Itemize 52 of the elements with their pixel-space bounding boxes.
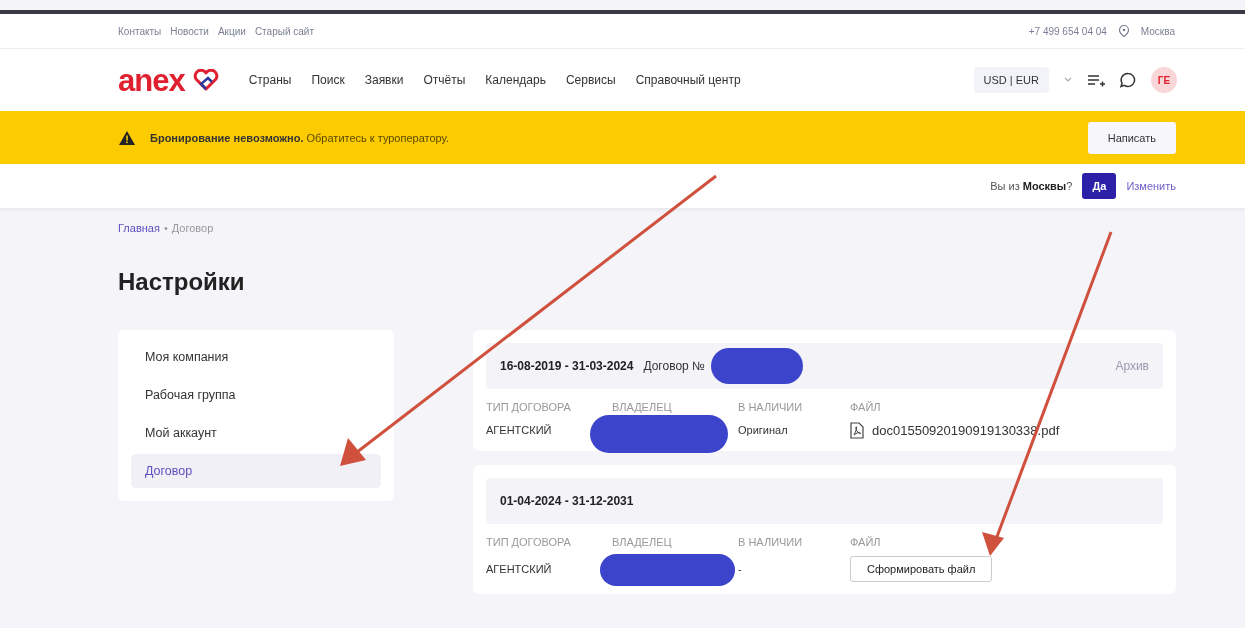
status-label: Архив	[1115, 359, 1149, 373]
column-header: ТИП ДОГОВОРА	[486, 401, 572, 413]
city-question: Вы из Москвы?	[990, 180, 1073, 192]
breadcrumb-separator: •	[163, 222, 168, 234]
column-header: В НАЛИЧИИ	[738, 401, 804, 413]
write-button[interactable]: Написать	[1087, 121, 1176, 154]
sidebar-item[interactable]: Моя компания	[131, 340, 381, 374]
nav-link[interactable]: Отчёты	[423, 73, 466, 87]
top-link[interactable]: Новости	[170, 25, 209, 37]
nav-link[interactable]: Справочный центр	[635, 73, 741, 87]
breadcrumb-current: Договор	[171, 222, 214, 234]
brand-logo[interactable]: anex	[118, 64, 185, 96]
pdf-file-icon	[850, 421, 864, 439]
generate-file-button[interactable]: Сформировать файл	[850, 556, 993, 582]
contract-type: АГЕНТСКИЙ	[486, 424, 553, 436]
sidebar-item[interactable]: Договор	[131, 454, 381, 488]
column-header: ТИП ДОГОВОРА	[486, 536, 572, 548]
column-header: ВЛАДЕЛЕЦ	[612, 401, 673, 413]
top-link[interactable]: Старый сайт	[254, 25, 314, 37]
contract-number-label: Договор №	[643, 359, 705, 373]
sidebar-item[interactable]: Мой аккаунт	[131, 416, 381, 450]
contract-type: АГЕНТСКИЙ	[486, 563, 553, 575]
page-title: Настройки	[118, 268, 246, 296]
nav-link[interactable]: Сервисы	[565, 73, 616, 87]
alert-message: Бронирование невозможно. Обратитесь к туроператору.	[150, 131, 451, 144]
city-link[interactable]: Москва	[1140, 25, 1175, 37]
column-header: В НАЛИЧИИ	[738, 536, 804, 548]
availability-value: -	[738, 563, 743, 575]
column-header: ФАЙЛ	[850, 536, 882, 548]
chat-icon[interactable]	[1119, 72, 1137, 88]
top-link[interactable]: Акции	[217, 25, 246, 37]
availability-value: Оригинал	[738, 424, 789, 436]
confirm-button[interactable]: Да	[1082, 173, 1117, 199]
breadcrumb-link[interactable]: Главная	[118, 222, 160, 234]
user-avatar[interactable]: ГЕ	[1151, 67, 1177, 93]
heart-icon	[192, 69, 219, 91]
column-header: ВЛАДЕЛЕЦ	[612, 536, 673, 548]
column-header: ФАЙЛ	[850, 401, 882, 413]
phone-number: +7 499 654 04 04	[1028, 25, 1107, 37]
nav-link[interactable]: Страны	[248, 73, 292, 87]
contract-period: 01-04-2024 - 31-12-2031	[500, 494, 634, 508]
sidebar-item[interactable]: Рабочая группа	[131, 378, 381, 412]
change-city-link[interactable]: Изменить	[1126, 180, 1176, 192]
add-to-list-icon[interactable]	[1087, 72, 1105, 88]
location-pin-icon	[1116, 24, 1131, 38]
nav-link[interactable]: Заявки	[364, 73, 404, 87]
contract-period: 16-08-2019 - 31-03-2024	[500, 359, 634, 373]
nav-link[interactable]: Поиск	[311, 73, 345, 87]
nav-link[interactable]: Календарь	[485, 73, 546, 87]
warning-icon	[118, 129, 136, 146]
top-link[interactable]: Контакты	[118, 25, 162, 37]
currency-dropdown[interactable]: USD | EUR	[973, 67, 1049, 93]
